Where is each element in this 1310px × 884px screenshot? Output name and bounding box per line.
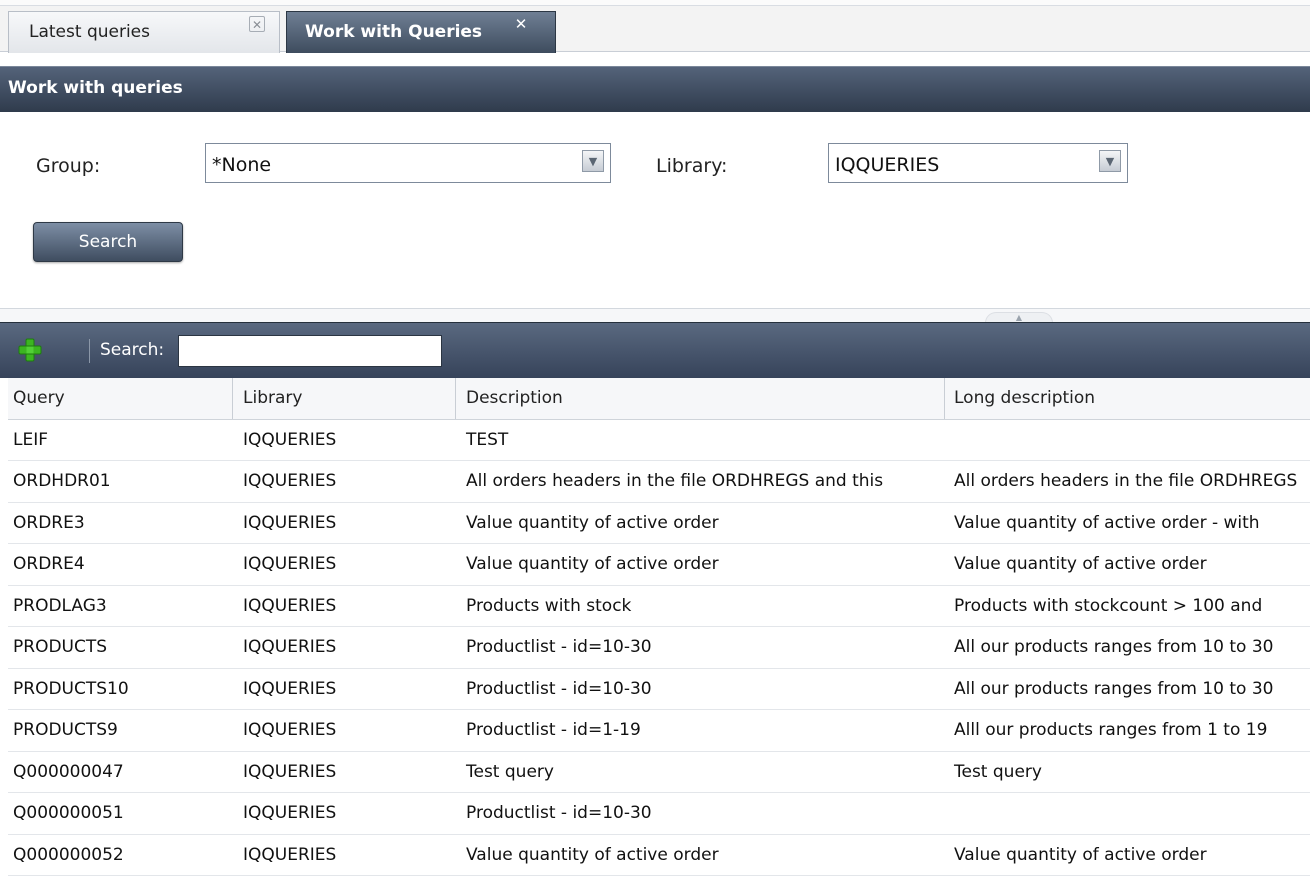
cell-description: Test query bbox=[466, 761, 554, 782]
cell-query: PRODUCTS10 bbox=[13, 678, 129, 699]
table-row[interactable]: LEIF IQQUERIES TEST bbox=[8, 420, 1310, 461]
toolbar-search-input[interactable] bbox=[178, 335, 442, 367]
cell-long-description bbox=[947, 793, 1310, 834]
table-row[interactable]: PRODUCTS IQQUERIES Productlist - id=10-3… bbox=[8, 627, 1310, 669]
column-header-query[interactable]: Query bbox=[8, 378, 230, 419]
search-button[interactable]: Search bbox=[33, 222, 183, 262]
table-row[interactable]: Q000000047 IQQUERIES Test query Test que… bbox=[8, 752, 1310, 793]
tab-bar: Latest queries ✕ Work with Queries ✕ bbox=[0, 0, 1310, 53]
cell-query: PRODLAG3 bbox=[13, 595, 107, 616]
library-label: Library: bbox=[656, 155, 728, 177]
tab-bar-top-strip bbox=[0, 0, 1310, 6]
close-icon[interactable]: ✕ bbox=[249, 16, 265, 32]
cell-library: IQQUERIES bbox=[243, 678, 337, 699]
table-row[interactable]: PRODUCTS9 IQQUERIES Productlist - id=1-1… bbox=[8, 710, 1310, 752]
cell-description: Productlist - id=10-30 bbox=[466, 678, 652, 699]
cell-description: Value quantity of active order bbox=[466, 844, 719, 865]
table-row[interactable]: ORDRE4 IQQUERIES Value quantity of activ… bbox=[8, 544, 1310, 586]
grid-toolbar: Search: bbox=[0, 322, 1310, 378]
column-header-library[interactable]: Library bbox=[234, 378, 454, 419]
cell-library: IQQUERIES bbox=[243, 429, 337, 450]
cell-description: Productlist - id=10-30 bbox=[466, 803, 652, 824]
cell-long-description: Products with stockcount > 100 and bbox=[954, 595, 1263, 616]
cell-library: IQQUERIES bbox=[243, 637, 337, 658]
table-row[interactable]: Q000000052 IQQUERIES Value quantity of a… bbox=[8, 835, 1310, 876]
column-header-description[interactable]: Description bbox=[458, 378, 943, 419]
table-header-row: Query Library Description Long descripti… bbox=[8, 378, 1310, 420]
close-icon[interactable]: ✕ bbox=[513, 16, 529, 32]
cell-library: IQQUERIES bbox=[243, 554, 337, 575]
cell-query: PRODUCTS9 bbox=[13, 720, 118, 741]
cell-library: IQQUERIES bbox=[243, 471, 337, 492]
column-header-long-description[interactable]: Long description bbox=[947, 378, 1310, 419]
queries-table: Query Library Description Long descripti… bbox=[8, 378, 1310, 876]
panel-splitter[interactable]: ▲ bbox=[0, 308, 1310, 323]
cell-description: Value quantity of active order bbox=[466, 512, 719, 533]
cell-library: IQQUERIES bbox=[243, 803, 337, 824]
table-row[interactable]: ORDHDR01 IQQUERIES All orders headers in… bbox=[8, 461, 1310, 503]
cell-query: ORDRE3 bbox=[13, 512, 85, 533]
cell-description: Productlist - id=1-19 bbox=[466, 720, 641, 741]
cell-query: PRODUCTS bbox=[13, 637, 108, 658]
cell-long-description: Value quantity of active order bbox=[954, 554, 1207, 575]
cell-library: IQQUERIES bbox=[243, 720, 337, 741]
cell-description: Value quantity of active order bbox=[466, 554, 719, 575]
cell-query: ORDHDR01 bbox=[13, 471, 111, 492]
cell-long-description: Value quantity of active order - with bbox=[954, 512, 1260, 533]
panel-title: Work with queries bbox=[8, 78, 183, 98]
cell-long-description: Value quantity of active order bbox=[954, 844, 1207, 865]
group-label: Group: bbox=[36, 155, 101, 177]
cell-long-description: Alll our products ranges from 1 to 19 bbox=[954, 720, 1268, 741]
cell-query: ORDRE4 bbox=[13, 554, 85, 575]
cell-long-description: All orders headers in the file ORDHREGS bbox=[954, 471, 1298, 492]
cell-library: IQQUERIES bbox=[243, 844, 337, 865]
library-select[interactable]: IQQUERIES ▼ bbox=[828, 143, 1128, 183]
table-row[interactable]: Q000000051 IQQUERIES Productlist - id=10… bbox=[8, 793, 1310, 835]
panel-header: Work with queries bbox=[0, 66, 1310, 112]
cell-library: IQQUERIES bbox=[243, 512, 337, 533]
cell-long-description: All our products ranges from 10 to 30 bbox=[954, 637, 1274, 658]
cell-library: IQQUERIES bbox=[243, 761, 337, 782]
table-row[interactable]: ORDRE3 IQQUERIES Value quantity of activ… bbox=[8, 503, 1310, 544]
cell-query: Q000000047 bbox=[13, 761, 124, 782]
library-select-value: IQQUERIES bbox=[835, 154, 940, 176]
cell-query: LEIF bbox=[13, 429, 49, 450]
tab-label: Work with Queries bbox=[305, 22, 483, 42]
tab-work-with-queries[interactable]: Work with Queries ✕ bbox=[286, 11, 556, 53]
cell-description: Products with stock bbox=[466, 595, 632, 616]
cell-library: IQQUERIES bbox=[243, 595, 337, 616]
cell-description: All orders headers in the file ORDHREGS … bbox=[466, 471, 884, 492]
toolbar-search-label: Search: bbox=[100, 340, 165, 360]
cell-long-description: All our products ranges from 10 to 30 bbox=[954, 678, 1274, 699]
group-select-value: *None bbox=[212, 154, 272, 176]
cell-long-description: Test query bbox=[954, 761, 1042, 782]
cell-description: Productlist - id=10-30 bbox=[466, 637, 652, 658]
plus-icon[interactable] bbox=[18, 338, 42, 362]
cell-description: TEST bbox=[466, 429, 509, 450]
tab-label: Latest queries bbox=[29, 22, 150, 42]
table-row[interactable]: PRODUCTS10 IQQUERIES Productlist - id=10… bbox=[8, 669, 1310, 710]
cell-query: Q000000052 bbox=[13, 844, 124, 865]
table-row[interactable]: PRODLAG3 IQQUERIES Products with stock P… bbox=[8, 586, 1310, 627]
tab-latest-queries[interactable]: Latest queries ✕ bbox=[8, 11, 280, 53]
group-select[interactable]: *None ▼ bbox=[205, 143, 611, 183]
toolbar-separator bbox=[89, 339, 90, 363]
chevron-down-icon[interactable]: ▼ bbox=[582, 150, 604, 172]
chevron-down-icon[interactable]: ▼ bbox=[1099, 150, 1121, 172]
cell-long-description bbox=[947, 420, 1310, 461]
cell-query: Q000000051 bbox=[13, 803, 124, 824]
